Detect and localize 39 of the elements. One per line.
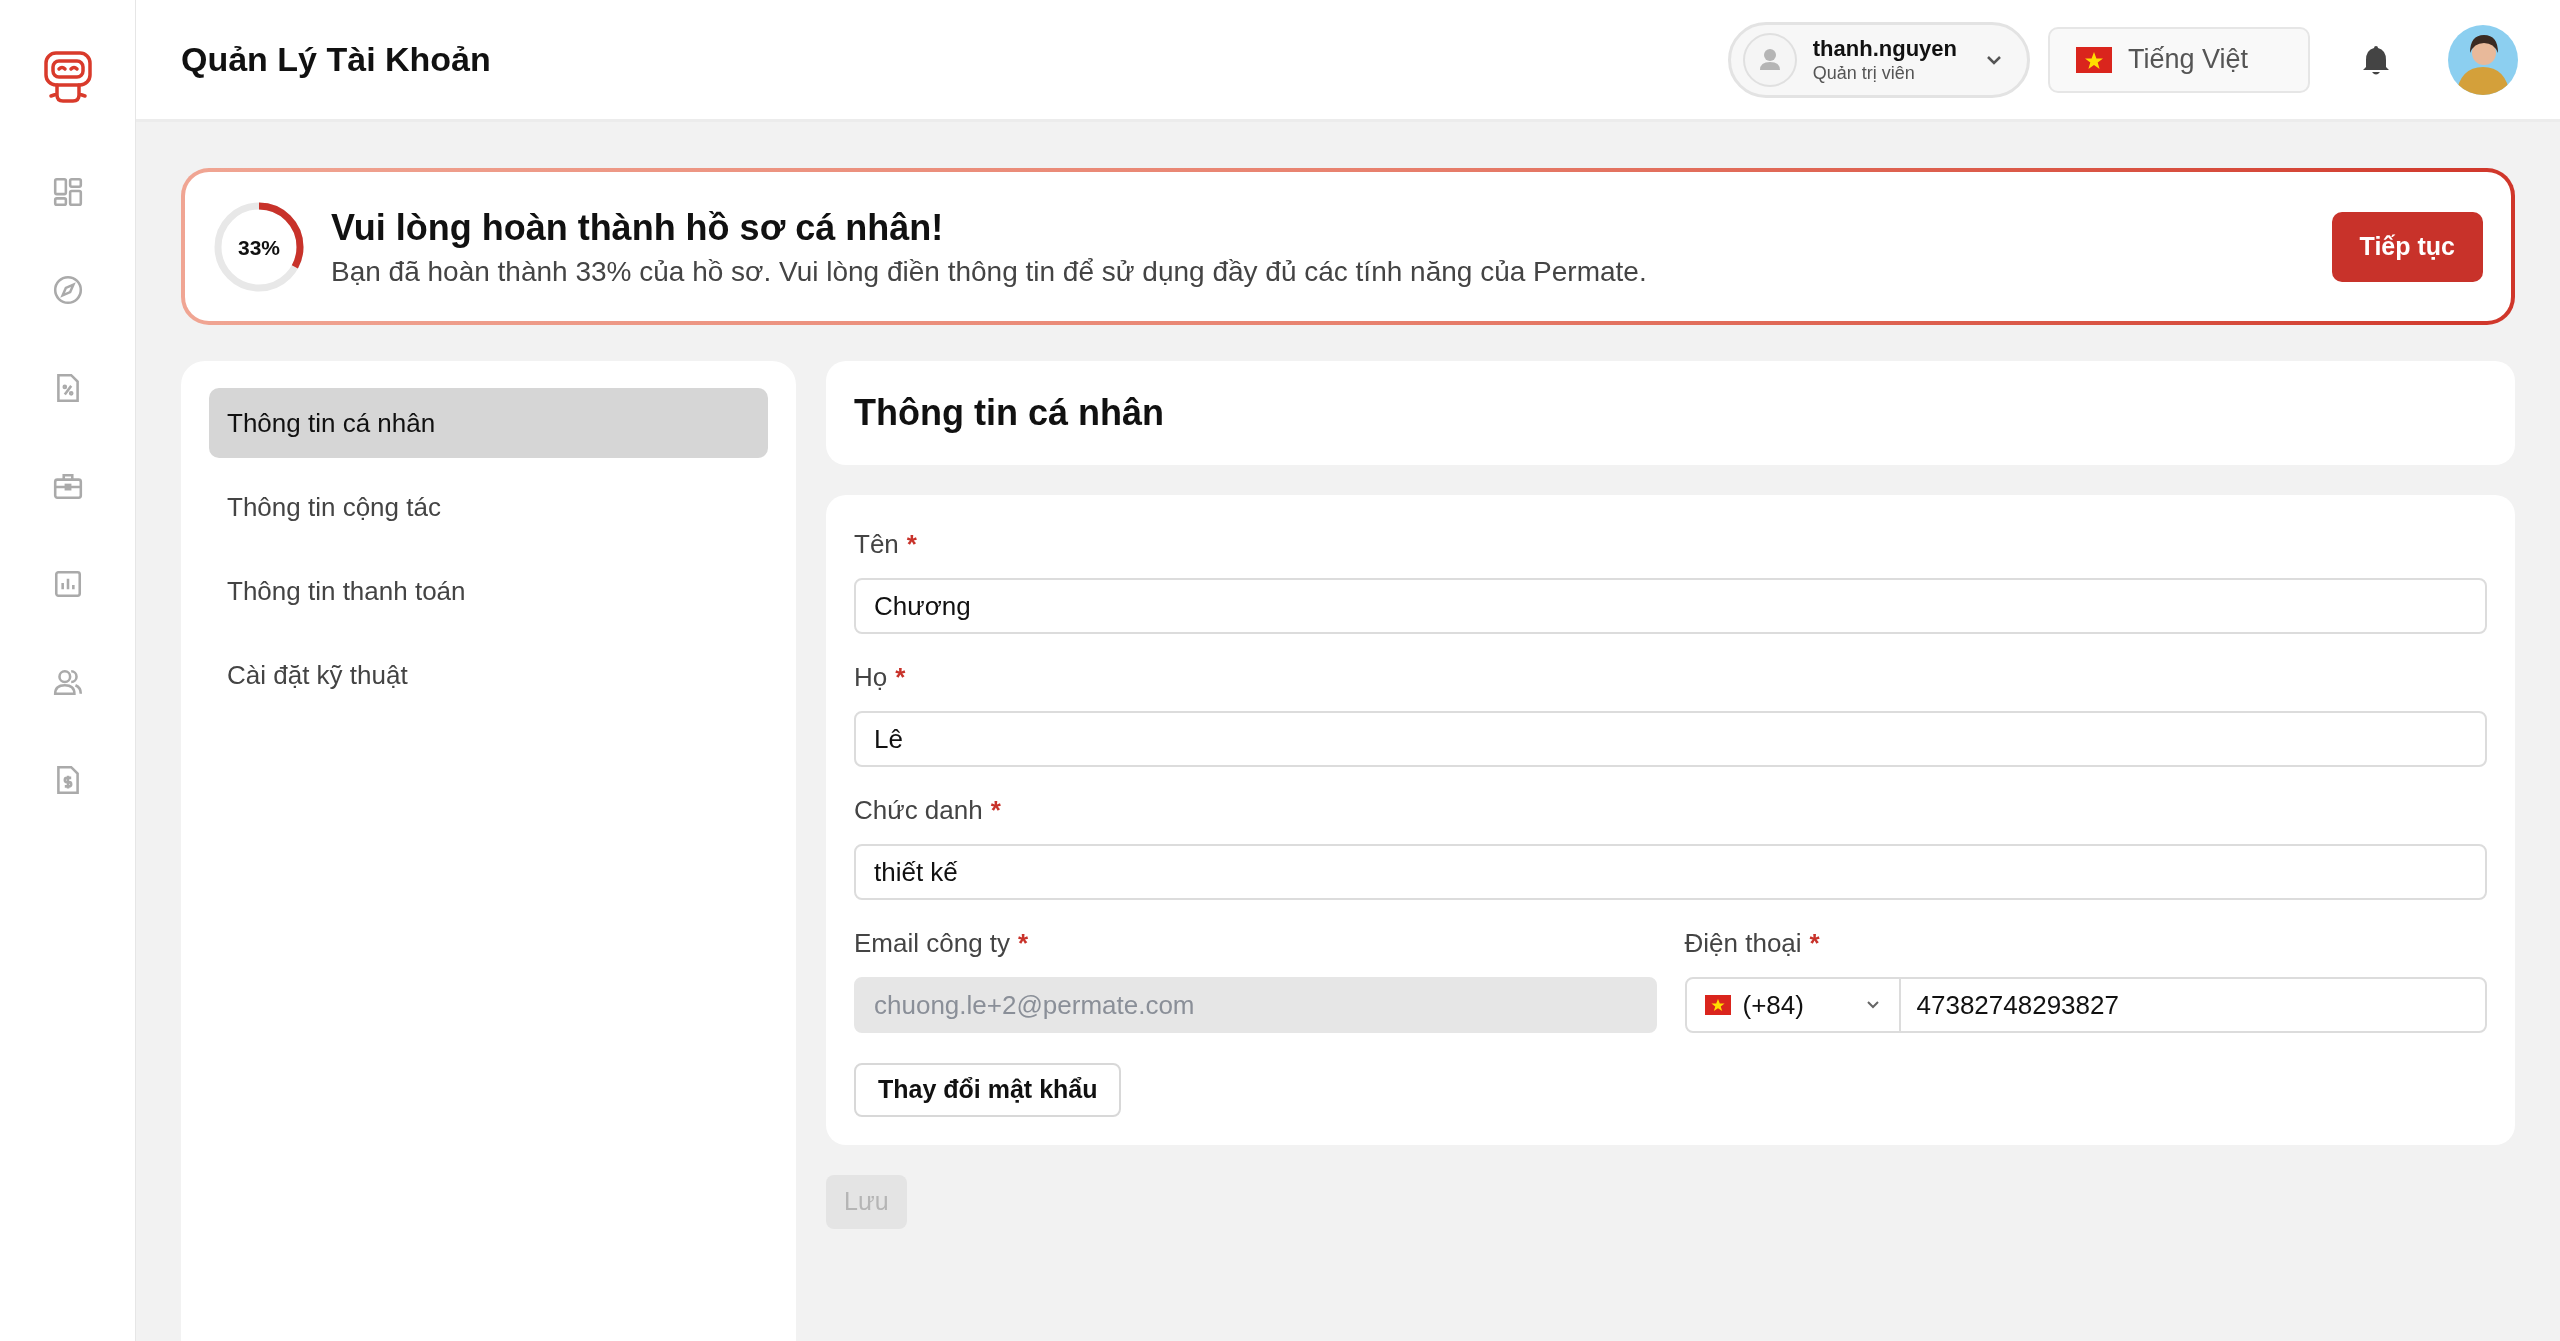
menu-item[interactable]: Thông tin cá nhân xyxy=(209,388,768,458)
phone-field[interactable]: (+84) 47382748293827 xyxy=(1684,977,2487,1033)
notification-bell-icon[interactable] xyxy=(2362,43,2390,76)
flag-icon xyxy=(1704,995,1731,1015)
chevron-down-icon xyxy=(1864,1000,1881,1010)
progress-label: 33% xyxy=(238,236,280,257)
field-label: Điện thoại xyxy=(1684,927,1802,960)
field-label: Tên xyxy=(854,528,899,561)
user-icon xyxy=(1742,32,1797,87)
banner-message: Bạn đã hoàn thành 33% của hồ sơ. Vui lòng điền thông tin để sử dụng đầy đủ các tính năng của Permate. xyxy=(331,254,1648,289)
user-name: thanh.nguyen xyxy=(1812,34,1957,62)
continue-button[interactable]: Tiếp tục xyxy=(2331,211,2483,282)
required-mark: * xyxy=(906,528,917,561)
input-field[interactable]: Chương xyxy=(854,578,2487,634)
menu-item[interactable]: Thông tin thanh toán xyxy=(209,556,768,626)
user-menu[interactable]: thanh.nguyen Quản trị viên xyxy=(1727,21,2030,98)
compass-icon[interactable] xyxy=(51,274,84,306)
required-mark: * xyxy=(895,661,906,694)
country-code-select[interactable]: (+84) xyxy=(1686,979,1901,1031)
section-title: Thông tin cá nhân xyxy=(854,391,1164,435)
required-mark: * xyxy=(1809,927,1820,960)
field-label: Họ xyxy=(854,661,888,694)
flag-icon xyxy=(2076,46,2112,73)
input-field[interactable]: thiết kế xyxy=(854,844,2487,900)
required-mark: * xyxy=(1018,927,1029,960)
chevron-down-icon xyxy=(1985,53,2003,66)
user-role: Quản trị viên xyxy=(1812,62,1915,85)
input-field[interactable]: Lê xyxy=(854,711,2487,767)
field-label: Chức danh xyxy=(854,794,983,827)
dashboard-icon[interactable] xyxy=(51,176,84,208)
page-title: Quản Lý Tài Khoản xyxy=(181,39,492,80)
menu-item[interactable]: Thông tin cộng tác xyxy=(209,472,768,542)
language-selector[interactable]: Tiếng Việt xyxy=(2048,26,2310,93)
field-label: Email công ty xyxy=(854,927,1011,960)
menu-item[interactable]: Cài đặt kỹ thuật xyxy=(209,640,768,710)
robot-logo[interactable] xyxy=(42,50,93,106)
required-mark: * xyxy=(990,794,1001,827)
change-password-button[interactable]: Thay đổi mật khẩu xyxy=(854,1063,1122,1117)
banner-title: Vui lòng hoàn thành hồ sơ cá nhân! xyxy=(331,205,945,250)
